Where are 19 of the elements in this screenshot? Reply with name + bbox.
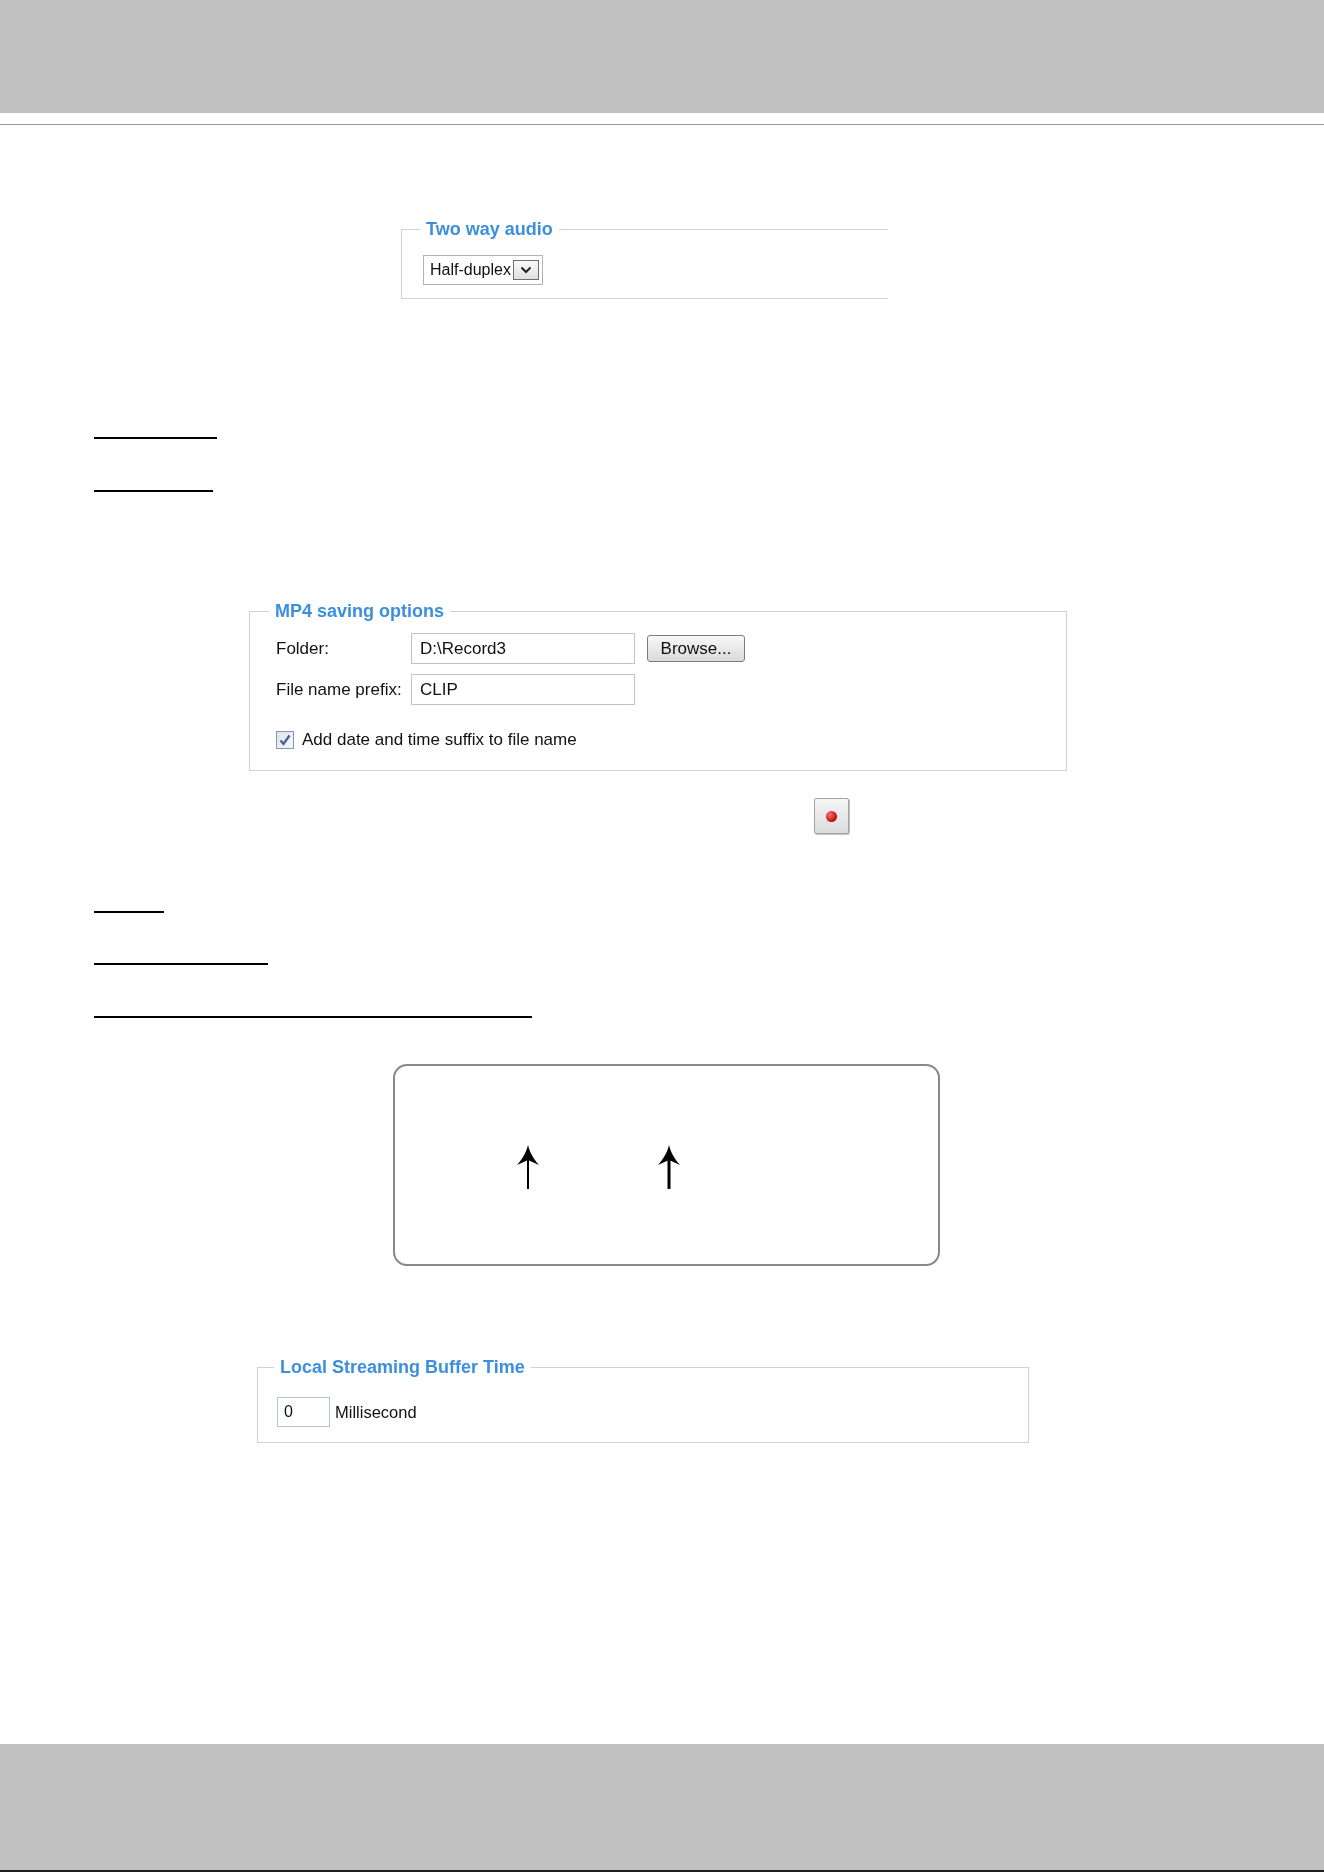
prefix-field[interactable]: CLIP <box>411 674 635 705</box>
panel-title: Two way audio <box>425 218 554 240</box>
folder-field[interactable]: D:\Record3 <box>411 633 635 664</box>
up-arrow <box>658 1145 680 1189</box>
checkbox[interactable] <box>276 731 294 749</box>
record-dot-icon <box>826 810 837 822</box>
field-label: File name prefix: <box>276 679 403 700</box>
underline-mark <box>94 911 164 913</box>
record-button[interactable] <box>814 798 849 834</box>
browse-button[interactable]: Browse... <box>647 635 745 662</box>
checkbox-label: Add date and time suffix to file name <box>302 730 577 750</box>
up-arrow <box>517 1145 539 1189</box>
panel-title: Local Streaming Buffer Time <box>279 1356 526 1378</box>
mode-dropdown[interactable]: Half-duplex <box>423 255 543 285</box>
panel-title: MP4 saving options <box>274 600 446 622</box>
buffer-time-field[interactable]: 0 <box>277 1397 330 1427</box>
chevron-down-icon <box>512 260 539 280</box>
unit-label: Millisecond <box>335 1402 417 1422</box>
field-label: Folder: <box>276 638 330 659</box>
